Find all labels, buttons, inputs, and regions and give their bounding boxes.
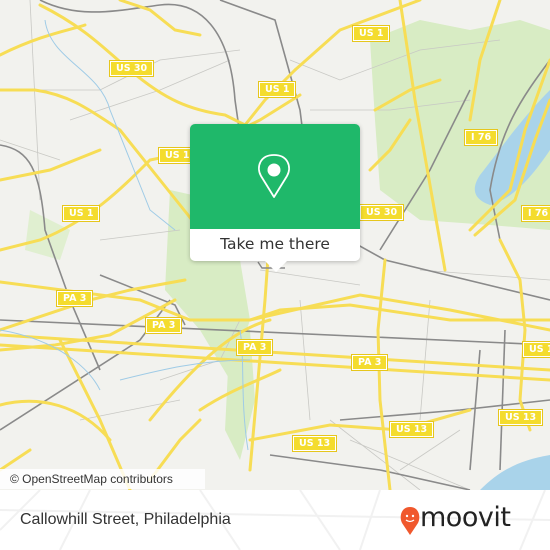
route-shield: I 76 — [463, 129, 499, 146]
map-attribution[interactable]: © OpenStreetMap contributors — [0, 469, 205, 489]
route-shield: PA 3 — [350, 354, 389, 371]
route-shield: US 30 — [358, 204, 405, 221]
moovit-wordmark: moovit — [420, 502, 511, 533]
route-shield: US 1 — [257, 81, 297, 98]
river — [480, 455, 550, 490]
place-name: Callowhill Street, Philadelphia — [20, 511, 231, 528]
popup-header — [190, 124, 360, 229]
route-shield: US 13 — [497, 409, 544, 426]
map-pin-icon — [258, 154, 290, 198]
map-canvas[interactable]: US 1 US 30 US 1 US 1 US 1 US 30 I 76 I 7… — [0, 0, 550, 490]
route-shield: US 13 — [388, 421, 435, 438]
location-popup: Take me there — [190, 124, 360, 272]
route-shield: PA 3 — [144, 317, 183, 334]
route-shield: PA 3 — [235, 339, 274, 356]
route-shield: I 76 — [520, 205, 550, 222]
moovit-pin-icon — [400, 507, 420, 535]
footer-bar: Callowhill Street, Philadelphia moovit — [0, 490, 550, 550]
route-shield: US 13 — [291, 435, 338, 452]
popup-pointer — [265, 261, 287, 272]
route-shield: PA 3 — [55, 290, 94, 307]
route-shield: US 1 — [521, 341, 550, 358]
route-shield: US 1 — [61, 205, 101, 222]
take-me-there-button[interactable]: Take me there — [190, 229, 360, 261]
route-shield: US 30 — [108, 60, 155, 77]
route-shield: US 1 — [351, 25, 391, 42]
